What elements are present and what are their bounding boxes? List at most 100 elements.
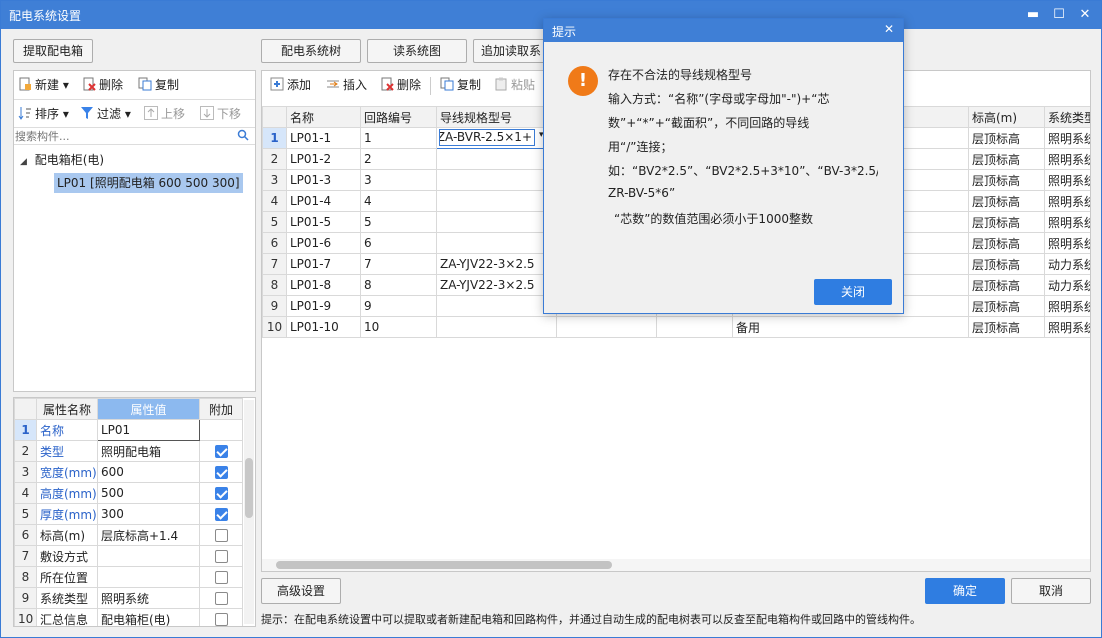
cell-name[interactable]: LP01-9 [286,295,361,317]
cell-loop-number[interactable]: 5 [360,211,437,233]
cell-elevation[interactable]: 层顶标高 [968,190,1045,212]
cell-system-type[interactable]: 照明系统 [1044,295,1090,317]
property-extra-cell[interactable] [199,566,243,588]
cell-name[interactable]: LP01-2 [286,148,361,170]
grid-header-wire[interactable]: 导线规格型号 [436,106,557,128]
property-row[interactable]: 10 汇总信息 配电箱柜(电) [14,608,243,626]
property-value[interactable] [97,566,200,588]
search-icon[interactable] [237,129,249,144]
cell-name[interactable]: LP01-8 [286,274,361,296]
grid-header-loop[interactable]: 回路编号 [360,106,437,128]
cell-name[interactable]: LP01-10 [286,316,361,338]
cell-elevation[interactable]: 层顶标高 [968,274,1045,296]
dialog-close-button[interactable]: 关闭 [814,279,892,305]
search-input[interactable] [15,128,233,144]
paste-row-button[interactable]: 粘贴 [494,73,535,97]
cell-name[interactable]: LP01-1 [286,127,361,149]
cell-system-type[interactable]: 动力系统 [1044,253,1090,275]
tab-append-read-diagram[interactable]: 追加读取系统图 [473,39,549,63]
cell-loop-number[interactable]: 3 [360,169,437,191]
property-value[interactable]: LP01 [97,419,200,441]
property-extra-cell[interactable] [199,524,243,546]
cell-name[interactable]: LP01-6 [286,232,361,254]
property-extra-checkbox[interactable] [214,550,228,563]
move-up-button[interactable]: 上移 [144,102,185,126]
property-value[interactable]: 300 [97,503,200,525]
cell-loop-number[interactable]: 9 [360,295,437,317]
property-row[interactable]: 2 类型 照明配电箱 [14,440,243,462]
property-value[interactable]: 照明配电箱 [97,440,200,462]
cell-elevation[interactable]: 层顶标高 [968,211,1045,233]
cancel-button[interactable]: 取消 [1011,578,1091,604]
insert-row-button[interactable]: 插入 [326,73,367,97]
cell-system-type[interactable]: 照明系统 [1044,211,1090,233]
property-row[interactable]: 3 宽度(mm) 600 [14,461,243,483]
cell-loop-number[interactable]: 1 [360,127,437,149]
tree-item-lp01[interactable]: LP01 [照明配电箱 600 500 300] [54,173,243,193]
cell-elevation[interactable]: 层顶标高 [968,169,1045,191]
property-scrollbar[interactable] [244,400,254,624]
cell-name[interactable]: LP01-7 [286,253,361,275]
property-extra-cell[interactable] [199,419,243,441]
property-extra-checkbox[interactable] [214,571,228,584]
cell-elevation[interactable]: 层顶标高 [968,148,1045,170]
property-value[interactable]: 配电箱柜(电) [97,608,200,626]
property-extra-cell[interactable] [199,482,243,504]
cell-name[interactable]: LP01-5 [286,211,361,233]
property-extra-checkbox[interactable] [214,487,228,500]
cell-elevation[interactable]: 层顶标高 [968,232,1045,254]
cell-wire-spec[interactable]: ZA-YJV22-3×2.5 [436,274,557,296]
property-extra-cell[interactable] [199,608,243,626]
property-extra-checkbox[interactable] [214,466,228,479]
minimize-button[interactable]: ▬ [1023,5,1043,25]
property-extra-cell[interactable] [199,461,243,483]
cell-wire-spec-editing[interactable]: +1×ZA-BVR-2.5 ▾ [436,127,557,149]
property-value[interactable] [97,545,200,567]
filter-button[interactable]: 过滤 ▾ [80,102,131,126]
cell-name[interactable]: LP01-3 [286,169,361,191]
new-button[interactable]: 新建 ▾ [18,73,69,97]
property-row[interactable]: 4 高度(mm) 500 [14,482,243,504]
cell-elevation[interactable]: 层顶标高 [968,316,1045,338]
cell-wire-spec[interactable] [436,316,557,338]
cell-col6[interactable] [656,316,733,338]
dialog-close-icon[interactable]: ✕ [884,22,894,36]
property-row[interactable]: 6 标高(m) 层底标高+1.4 [14,524,243,546]
grid-header-elevation[interactable]: 标高(m) [968,106,1045,128]
cell-wire-spec[interactable] [436,232,557,254]
ok-button[interactable]: 确定 [925,578,1005,604]
copy-button[interactable]: 复制 [138,73,179,97]
tab-read-system-diagram[interactable]: 读系统图 [367,39,467,63]
delete-row-button[interactable]: 删除 [380,73,421,97]
tab-distribution-tree[interactable]: 配电系统树 [261,39,361,63]
cell-col5[interactable] [556,316,657,338]
cell-wire-spec[interactable] [436,295,557,317]
window-close-button[interactable]: ✕ [1075,5,1095,25]
property-extra-cell[interactable] [199,503,243,525]
table-row[interactable]: 10LP01-1010 备用层顶标高照明系统 [262,316,1090,338]
property-extra-checkbox[interactable] [214,445,228,458]
property-extra-cell[interactable] [199,440,243,462]
cell-col7[interactable]: 备用 [732,316,969,338]
cell-elevation[interactable]: 层顶标高 [968,295,1045,317]
cell-loop-number[interactable]: 7 [360,253,437,275]
add-row-button[interactable]: 添加 [270,73,311,97]
maximize-button[interactable]: ☐ [1049,5,1069,25]
cell-system-type[interactable]: 照明系统 [1044,169,1090,191]
property-value[interactable]: 层底标高+1.4 [97,524,200,546]
advanced-settings-button[interactable]: 高级设置 [261,578,341,604]
move-down-button[interactable]: 下移 [200,102,241,126]
property-row[interactable]: 1 名称 LP01 [14,419,243,441]
delete-button[interactable]: 删除 [82,73,123,97]
cell-loop-number[interactable]: 10 [360,316,437,338]
cell-wire-spec[interactable]: ZA-YJV22-3×2.5 [436,253,557,275]
cell-system-type[interactable]: 照明系统 [1044,316,1090,338]
expand-arrow-icon[interactable]: ◢ [20,157,27,167]
cell-name[interactable]: LP01-4 [286,190,361,212]
property-row[interactable]: 8 所在位置 [14,566,243,588]
cell-wire-spec[interactable] [436,148,557,170]
cell-system-type[interactable]: 照明系统 [1044,190,1090,212]
cell-loop-number[interactable]: 6 [360,232,437,254]
cell-wire-spec[interactable] [436,211,557,233]
cell-elevation[interactable]: 层顶标高 [968,253,1045,275]
